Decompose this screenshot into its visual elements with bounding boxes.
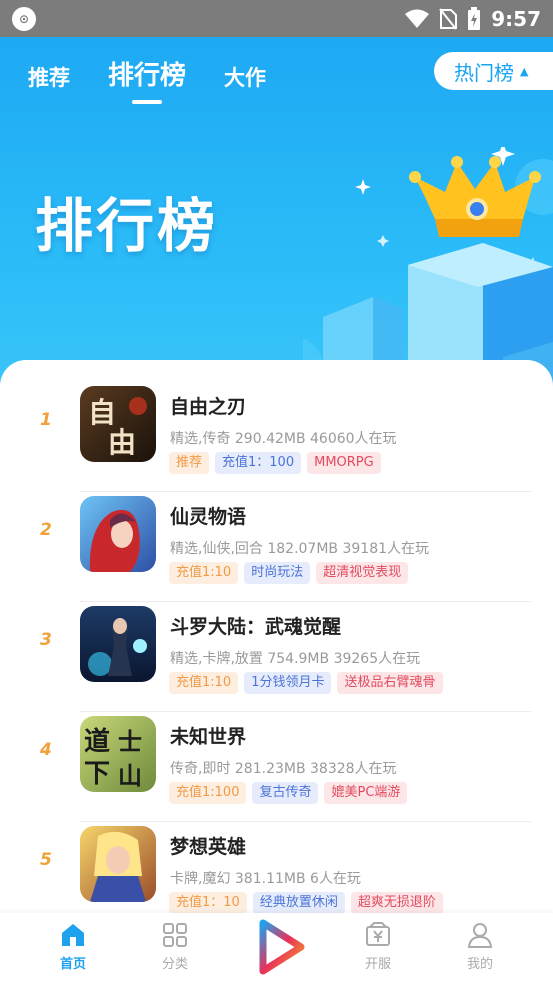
home-icon <box>62 924 84 946</box>
tab-ranking[interactable]: 排行榜 <box>108 55 186 92</box>
nav-server[interactable]: 开服 <box>343 921 413 972</box>
tab-recommend[interactable]: 推荐 <box>28 62 70 92</box>
list-item[interactable]: 4 道士下山 未知世界 传奇,即时 281.23MB 38328人在玩 充值1:… <box>0 712 553 822</box>
tag: 充值1：10 <box>169 892 247 914</box>
game-icon: 道士下山 <box>80 716 156 792</box>
game-icon <box>80 496 156 572</box>
app-status-icon: ⊙ <box>12 7 36 31</box>
nav-category-label: 分类 <box>161 957 188 972</box>
tag: 推荐 <box>169 452 210 474</box>
svg-text:由: 由 <box>108 426 136 459</box>
tag: 充值1:10 <box>169 672 239 694</box>
hero-title: 排行榜 <box>35 192 219 260</box>
status-right: 9:57 <box>405 0 541 37</box>
list-item[interactable]: 3 斗罗大陆：武魂觉醒 精选,卡牌,放置 754.9MB 39265人在玩 充值… <box>0 602 553 712</box>
tag: 超爽无损退阶 <box>350 892 443 914</box>
tag: 1分钱领月卡 <box>244 672 332 694</box>
ranking-list: 1 自由 自由之刃 精选,传奇 290.42MB 46060人在玩 推荐 充值1… <box>0 360 553 920</box>
tag-list: 充值1:10 1分钱领月卡 送极品右臂魂骨 <box>169 672 443 694</box>
grid-icon <box>163 923 187 947</box>
tag: MMORPG <box>307 452 381 474</box>
game-icon <box>80 606 156 682</box>
tag: 充值1：100 <box>215 452 302 474</box>
game-meta: 精选,仙侠,回合 182.07MB 39181人在玩 <box>170 541 430 557</box>
svg-text:自: 自 <box>88 396 116 429</box>
rank-number: 3 <box>40 630 52 650</box>
top-tabs: 推荐 排行榜 大作 <box>28 55 266 92</box>
game-name: 仙灵物语 <box>170 506 247 528</box>
game-meta: 精选,传奇 290.42MB 46060人在玩 <box>170 431 397 447</box>
tag: 经典放置休闲 <box>252 892 345 914</box>
tag: 复古传奇 <box>252 782 319 804</box>
hero-banner: 推荐 排行榜 大作 热门榜 ▲ 排行榜 <box>0 37 553 407</box>
hot-ranking-button[interactable]: 热门榜 ▲ <box>434 52 553 90</box>
tag: 时尚玩法 <box>244 562 311 584</box>
game-meta: 精选,卡牌,放置 754.9MB 39265人在玩 <box>170 651 421 667</box>
tag-list: 充值1：10 经典放置休闲 超爽无损退阶 <box>169 892 443 914</box>
tag: 媲美PC端游 <box>324 782 408 804</box>
no-sim-icon <box>439 7 458 30</box>
hot-ranking-label: 热门榜 <box>454 60 514 85</box>
rank-number: 4 <box>40 740 52 760</box>
game-meta: 传奇,即时 281.23MB 38328人在玩 <box>170 761 397 777</box>
game-meta: 卡牌,魔幻 381.11MB 6人在玩 <box>170 871 361 887</box>
nav-home-label: 首页 <box>59 957 86 972</box>
svg-text:下: 下 <box>84 759 110 789</box>
tag: 充值1:100 <box>169 782 247 804</box>
rank-number: 5 <box>40 850 52 870</box>
bottom-nav: 首页 分类 开服 我的 <box>0 913 553 983</box>
status-bar: ⊙ 9:57 <box>0 0 553 37</box>
rank-number: 2 <box>40 520 52 540</box>
nav-server-label: 开服 <box>364 957 391 972</box>
battery-charging-icon <box>468 6 481 30</box>
wifi-icon <box>405 9 430 28</box>
tag-list: 充值1:100 复古传奇 媲美PC端游 <box>169 782 408 804</box>
nav-home[interactable]: 首页 <box>38 921 108 972</box>
list-item[interactable]: 2 仙灵物语 精选,仙侠,回合 182.07MB 39181人在玩 充值1:10… <box>0 492 553 602</box>
yen-box-icon <box>366 922 390 946</box>
rank-number: 1 <box>40 410 52 430</box>
tag: 送极品右臂魂骨 <box>337 672 443 694</box>
user-icon <box>467 923 493 948</box>
svg-text:道: 道 <box>84 726 110 757</box>
svg-text:士: 士 <box>118 727 142 756</box>
nav-profile[interactable]: 我的 <box>445 921 515 972</box>
game-name: 梦想英雄 <box>170 836 247 858</box>
game-icon <box>80 826 156 902</box>
tag: 超清视觉表现 <box>316 562 409 584</box>
mountain-icon: ▲ <box>520 64 529 78</box>
nav-category[interactable]: 分类 <box>140 921 210 972</box>
game-name: 自由之刃 <box>170 396 247 418</box>
nav-center-logo[interactable] <box>244 919 314 979</box>
play-logo-icon <box>259 919 305 975</box>
tab-blockbuster[interactable]: 大作 <box>224 62 266 92</box>
game-name: 未知世界 <box>170 726 247 748</box>
game-name: 斗罗大陆：武魂觉醒 <box>170 616 342 638</box>
list-item[interactable]: 1 自由 自由之刃 精选,传奇 290.42MB 46060人在玩 推荐 充值1… <box>0 382 553 492</box>
nav-profile-label: 我的 <box>466 957 493 972</box>
status-time: 9:57 <box>491 6 541 31</box>
tag-list: 充值1:10 时尚玩法 超清视觉表现 <box>169 562 409 584</box>
tag: 充值1:10 <box>169 562 239 584</box>
tag-list: 推荐 充值1：100 MMORPG <box>169 452 381 474</box>
svg-text:山: 山 <box>118 761 142 790</box>
game-icon: 自由 <box>80 386 156 462</box>
